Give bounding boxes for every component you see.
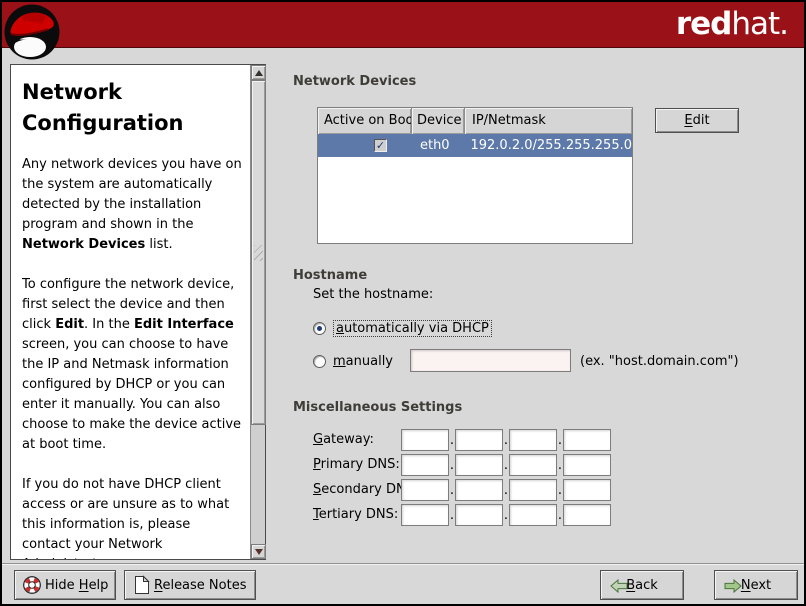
help-panel: Network Configuration Any network device… xyxy=(10,64,266,560)
primary-dns-label: Primary DNS: xyxy=(313,457,401,472)
active-on-boot-checkbox[interactable]: ✓ xyxy=(374,139,387,152)
set-hostname-prompt: Set the hostname: xyxy=(313,287,433,302)
hide-help-button[interactable]: Hide Help xyxy=(14,570,116,600)
scrollbar-thumb[interactable] xyxy=(251,80,266,425)
tertiary-dns-octet-4[interactable] xyxy=(563,504,611,526)
manual-radio[interactable] xyxy=(313,355,326,368)
help-paragraph: Any network devices you have on the syst… xyxy=(22,155,242,255)
footer-divider xyxy=(2,563,804,565)
manual-label[interactable]: manually xyxy=(333,354,393,369)
scroll-down-arrow-icon xyxy=(255,549,263,555)
redhat-wordmark: redhat. xyxy=(676,6,788,42)
secondary-dns-octet-2[interactable] xyxy=(455,479,503,501)
network-devices-section-label: Network Devices xyxy=(293,74,416,89)
hostname-example-hint: (ex. "host.domain.com") xyxy=(580,354,739,369)
scrollbar-grip-icon xyxy=(254,245,263,261)
help-title: Network Configuration xyxy=(22,77,242,139)
back-arrow-icon xyxy=(609,578,629,594)
auto-dhcp-label[interactable]: automatically via DHCP xyxy=(333,320,492,337)
gateway-octet-3[interactable] xyxy=(509,429,557,451)
edit-button[interactable]: Edit xyxy=(655,108,739,133)
back-label: Back xyxy=(626,578,658,593)
active-on-boot-cell: ✓ xyxy=(318,139,411,152)
hostname-section-label: Hostname xyxy=(293,268,367,283)
tertiary-dns-octet-1[interactable] xyxy=(401,504,449,526)
device-cell: eth0 xyxy=(411,138,464,153)
secondary-dns-row: Secondary DNS: ... xyxy=(313,477,611,502)
back-button[interactable]: Back xyxy=(600,570,684,600)
hide-help-label: Hide Help xyxy=(45,578,108,593)
network-devices-table[interactable]: Active on Boot Device IP/Netmask ✓ eth0 … xyxy=(317,107,633,244)
column-header-active-on-boot[interactable]: Active on Boot xyxy=(318,108,412,134)
hostname-auto-option[interactable]: automatically via DHCP xyxy=(313,318,492,338)
tertiary-dns-label: Tertiary DNS: xyxy=(313,507,401,522)
release-notes-button[interactable]: Release Notes xyxy=(124,570,256,600)
next-label: Next xyxy=(741,578,771,593)
radio-selected-dot xyxy=(317,326,322,331)
gateway-row: Gateway: ... xyxy=(313,427,611,452)
gateway-octet-2[interactable] xyxy=(455,429,503,451)
header-banner: redhat. xyxy=(2,2,804,48)
gateway-octet-4[interactable] xyxy=(563,429,611,451)
table-row[interactable]: ✓ eth0 192.0.2.0/255.255.255.0 xyxy=(318,134,632,157)
wordmark-hat: hat. xyxy=(731,6,788,42)
document-icon xyxy=(134,575,150,595)
column-header-ip-netmask[interactable]: IP/Netmask xyxy=(465,108,632,134)
tertiary-dns-octet-3[interactable] xyxy=(509,504,557,526)
tertiary-dns-octet-2[interactable] xyxy=(455,504,503,526)
primary-dns-octet-1[interactable] xyxy=(401,454,449,476)
auto-dhcp-radio[interactable] xyxy=(313,322,326,335)
help-content: Network Configuration Any network device… xyxy=(11,65,250,559)
primary-dns-row: Primary DNS: ... xyxy=(313,452,611,477)
secondary-dns-octet-4[interactable] xyxy=(563,479,611,501)
hostname-manual-option[interactable]: manually xyxy=(313,351,393,371)
primary-dns-octet-3[interactable] xyxy=(509,454,557,476)
primary-dns-octet-2[interactable] xyxy=(455,454,503,476)
release-notes-label: Release Notes xyxy=(154,578,246,593)
installer-window: redhat. Network Configuration Any networ… xyxy=(0,0,806,606)
help-scrollbar[interactable] xyxy=(250,65,265,559)
column-header-device[interactable]: Device xyxy=(412,108,465,134)
gateway-label: Gateway: xyxy=(313,432,401,447)
scroll-down-button[interactable] xyxy=(251,544,266,559)
wordmark-red: red xyxy=(676,6,732,42)
secondary-dns-octet-3[interactable] xyxy=(509,479,557,501)
manual-hostname-input[interactable] xyxy=(410,349,571,372)
gateway-octet-1[interactable] xyxy=(401,429,449,451)
redhat-shadowman-logo-icon xyxy=(4,3,62,61)
misc-settings-section-label: Miscellaneous Settings xyxy=(293,400,462,415)
scroll-up-arrow-icon xyxy=(255,70,263,76)
table-header-row: Active on Boot Device IP/Netmask xyxy=(318,108,632,134)
misc-settings-rows: Gateway: ... Primary DNS: ... Secondary … xyxy=(313,427,611,527)
help-paragraph: To configure the network device, first s… xyxy=(22,275,242,455)
life-buoy-icon xyxy=(22,575,42,595)
help-paragraph: If you do not have DHCP client access or… xyxy=(22,475,242,559)
scroll-up-button[interactable] xyxy=(251,65,266,80)
tertiary-dns-row: Tertiary DNS: ... xyxy=(313,502,611,527)
primary-dns-octet-4[interactable] xyxy=(563,454,611,476)
secondary-dns-label: Secondary DNS: xyxy=(313,482,401,497)
next-button[interactable]: Next xyxy=(714,570,798,600)
help-paragraphs: Any network devices you have on the syst… xyxy=(22,155,242,559)
ip-netmask-cell: 192.0.2.0/255.255.255.0 xyxy=(463,138,632,153)
next-arrow-icon xyxy=(723,578,743,594)
secondary-dns-octet-1[interactable] xyxy=(401,479,449,501)
